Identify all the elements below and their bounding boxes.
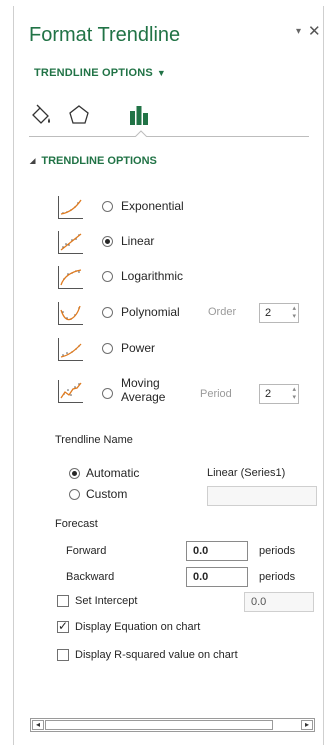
- section-trendline-options[interactable]: ◢ TRENDLINE OPTIONS: [30, 155, 157, 167]
- stepper-arrows-icon: ▴ ▾: [292, 305, 296, 320]
- period-value: 2: [265, 388, 272, 400]
- radio-power[interactable]: [102, 343, 113, 354]
- forward-label[interactable]: Forward: [66, 545, 106, 557]
- tab-fill-line[interactable]: [29, 102, 55, 128]
- backward-unit: periods: [259, 571, 296, 583]
- stepper-arrows-icon: ▴ ▾: [292, 386, 296, 401]
- logarithmic-label-text: Logarithmic: [121, 269, 184, 283]
- automatic-name-value: Linear (Series1): [207, 467, 286, 479]
- forward-input[interactable]: 0.0: [186, 541, 248, 561]
- checkmark-icon: ✓: [58, 619, 69, 633]
- label-custom[interactable]: Custom: [86, 487, 127, 501]
- automatic-label-text: Automatic: [86, 466, 140, 480]
- option-row-logarithmic: Logarithmic: [14, 266, 314, 290]
- custom-label-text: Custom: [86, 487, 128, 501]
- display-r-squared-label[interactable]: Display R-squared value on chart: [75, 649, 238, 661]
- label-automatic[interactable]: Automatic: [86, 466, 139, 480]
- radio-logarithmic[interactable]: [102, 271, 113, 282]
- horizontal-scrollbar[interactable]: ◂ ▸: [30, 718, 315, 732]
- custom-name-input[interactable]: [207, 486, 317, 506]
- scrollbar-thumb[interactable]: [45, 720, 273, 730]
- fill-bucket-icon: [32, 104, 50, 124]
- display-r-squared-checkbox[interactable]: [57, 649, 69, 661]
- linear-trend-icon: [58, 231, 83, 254]
- radio-linear[interactable]: [102, 236, 113, 247]
- option-row-power: Power: [14, 338, 314, 362]
- pentagon-effects-icon: [69, 105, 89, 124]
- set-intercept-checkbox[interactable]: [57, 595, 69, 607]
- order-stepper[interactable]: 2 ▴ ▾: [259, 303, 299, 323]
- display-equation-label[interactable]: Display Equation on chart: [75, 621, 200, 633]
- forecast-heading: Forecast: [55, 518, 98, 530]
- option-row-exponential: Exponential: [14, 196, 314, 220]
- label-polynomial[interactable]: Polynomial: [121, 305, 180, 319]
- radio-polynomial[interactable]: [102, 307, 113, 318]
- trendline-name-heading: Trendline Name: [55, 434, 133, 446]
- exponential-label-text: Exponential: [121, 199, 184, 213]
- set-intercept-label[interactable]: Set Intercept: [75, 595, 137, 607]
- tab-effects[interactable]: [66, 102, 92, 128]
- label-moving-average[interactable]: Moving Average: [121, 376, 165, 404]
- label-logarithmic[interactable]: Logarithmic: [121, 269, 183, 283]
- polynomial-trend-icon: [58, 302, 83, 325]
- close-icon[interactable]: ✕: [308, 22, 321, 40]
- backward-label[interactable]: Backward: [66, 571, 114, 583]
- forward-value: 0.0: [193, 545, 209, 557]
- exponential-trend-icon: [58, 196, 83, 219]
- tab-trendline-options[interactable]: [126, 102, 152, 128]
- polynomial-label-text: Polynomial: [121, 305, 180, 319]
- order-label: Order: [208, 306, 237, 318]
- moving-average-trend-icon: [58, 380, 83, 403]
- radio-exponential[interactable]: [102, 201, 113, 212]
- period-label: Period: [200, 388, 232, 400]
- option-row-linear: Linear: [14, 231, 314, 255]
- selected-tab-notch: [135, 130, 147, 137]
- format-trendline-pane: Format Trendline ▾ ✕ TRENDLINE OPTIONS ▼ …: [13, 6, 324, 745]
- radio-moving-average[interactable]: [102, 388, 113, 399]
- backward-value: 0.0: [193, 571, 209, 583]
- option-row-moving-average: Moving Average Period 2 ▴ ▾: [14, 376, 314, 412]
- collapse-triangle-icon: ◢: [30, 158, 36, 165]
- average-label-text: Average: [121, 390, 166, 404]
- display-equation-checkbox[interactable]: ✓: [57, 619, 69, 633]
- section-title: TRENDLINE OPTIONS: [41, 155, 157, 167]
- radio-custom[interactable]: [69, 489, 80, 500]
- trendline-options-menu[interactable]: TRENDLINE OPTIONS ▼: [34, 67, 166, 79]
- pane-options-dropdown-icon[interactable]: ▾: [296, 26, 301, 37]
- power-label-text: Power: [121, 341, 156, 355]
- forward-unit: periods: [259, 545, 296, 557]
- scroll-right-arrow-icon[interactable]: ▸: [301, 720, 313, 730]
- pane-title: Format Trendline: [29, 24, 181, 46]
- intercept-value: 0.0: [251, 596, 267, 608]
- moving-label-text: Moving: [121, 376, 160, 390]
- linear-label-text: Linear: [121, 234, 155, 248]
- option-row-polynomial: Polynomial Order 2 ▴ ▾: [14, 302, 314, 326]
- label-power[interactable]: Power: [121, 341, 155, 355]
- order-value: 2: [265, 307, 272, 319]
- bar-chart-icon: [130, 106, 148, 125]
- trendline-options-menu-label: TRENDLINE OPTIONS: [34, 67, 153, 79]
- period-stepper[interactable]: 2 ▴ ▾: [259, 384, 299, 404]
- logarithmic-trend-icon: [58, 266, 83, 289]
- power-trend-icon: [58, 338, 83, 361]
- caret-down-icon: ▼: [156, 68, 167, 78]
- label-exponential[interactable]: Exponential: [121, 199, 184, 213]
- intercept-input[interactable]: 0.0: [244, 592, 314, 612]
- trendline-name-custom-row: Custom: [14, 484, 317, 508]
- radio-automatic[interactable]: [69, 468, 80, 479]
- backward-input[interactable]: 0.0: [186, 567, 248, 587]
- scroll-left-arrow-icon[interactable]: ◂: [32, 720, 44, 730]
- tab-separator: [29, 136, 309, 137]
- label-linear[interactable]: Linear: [121, 234, 154, 248]
